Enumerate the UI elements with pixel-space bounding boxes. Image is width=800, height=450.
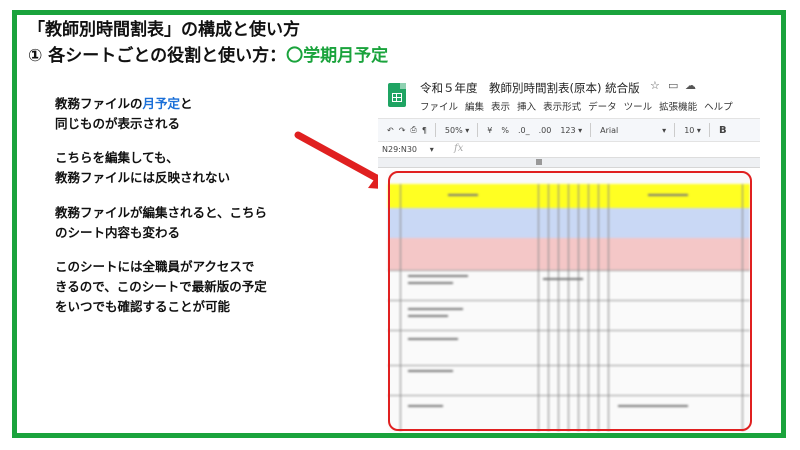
redo-icon[interactable]: ↷ <box>399 126 406 135</box>
slide-title: 「教師別時間割表」の構成と使い方 <box>28 20 300 40</box>
zoom-select[interactable]: 50% ▾ <box>445 126 469 135</box>
toolbar: ↶ ↷ ⎙ ¶ 50% ▾ ¥ % .0_ .00 123 ▾ Arial ▾ … <box>378 118 760 142</box>
toolbar-divider <box>477 123 479 137</box>
toolbar-divider <box>434 123 436 137</box>
fx-icon: fx <box>454 143 464 154</box>
menu-file[interactable]: ファイル <box>420 99 458 113</box>
slide-subtitle: ① 各シートごとの役割と使い方：〇学期月予定 <box>28 41 388 66</box>
document-title[interactable]: 令和５年度 教師別時間割表(原本) 統合版 <box>420 80 640 96</box>
menu-format[interactable]: 表示形式 <box>543 99 581 113</box>
description-line: 教務ファイルには反映されない <box>55 170 231 185</box>
menu-data[interactable]: データ <box>588 99 617 113</box>
description-line: こちらを編集しても、 <box>55 150 179 165</box>
font-size-select[interactable]: 10 ▾ <box>684 126 701 135</box>
column-marker <box>536 159 542 165</box>
formula-bar: N29:N30 ▾ fx <box>378 142 760 158</box>
highlight-frame <box>388 171 752 431</box>
currency-button[interactable]: ¥ <box>487 126 492 135</box>
toolbar-divider <box>708 123 710 137</box>
sheets-logo-icon[interactable] <box>388 83 406 107</box>
menu-bar: ファイル 編集 表示 挿入 表示形式 データ ツール 拡張機能 ヘルプ <box>420 99 733 113</box>
description-line: 教務ファイルが編集されると、こちら <box>55 205 268 220</box>
description-line: 教務ファイルの月予定と <box>55 96 193 111</box>
menu-extensions[interactable]: 拡張機能 <box>659 99 697 113</box>
description-line: のシート内容も変わる <box>55 225 181 240</box>
description-paragraph-4: このシートには全職員がアクセスで きるので、このシートで最新版の予定 をいつでも… <box>55 257 267 317</box>
menu-tools[interactable]: ツール <box>624 99 653 113</box>
name-box[interactable]: N29:N30 ▾ <box>382 145 434 154</box>
description-line: をいつでも確認することが可能 <box>55 299 231 314</box>
print-icon[interactable]: ⎙ <box>410 125 416 135</box>
decrease-decimal-button[interactable]: .0_ <box>518 126 530 135</box>
increase-decimal-button[interactable]: .00 <box>539 126 552 135</box>
column-header <box>378 158 760 168</box>
highlight-month-plan: 月予定 <box>142 96 181 111</box>
menu-edit[interactable]: 編集 <box>465 99 484 113</box>
description-line: このシートには全職員がアクセスで <box>55 259 255 274</box>
toolbar-divider <box>590 123 592 137</box>
percent-button[interactable]: % <box>501 126 509 135</box>
undo-icon[interactable]: ↶ <box>387 126 394 135</box>
menu-view[interactable]: 表示 <box>491 99 510 113</box>
description-paragraph-2: こちらを編集しても、 教務ファイルには反映されない <box>55 148 230 188</box>
description-line: 同じものが表示される <box>55 116 181 131</box>
subtitle-accent: 〇学期月予定 <box>286 46 389 66</box>
toolbar-divider <box>674 123 676 137</box>
number-format-select[interactable]: 123 ▾ <box>560 126 582 135</box>
font-dropdown-icon[interactable]: ▾ <box>662 126 666 135</box>
description-paragraph-1: 教務ファイルの月予定と 同じものが表示される <box>55 94 193 134</box>
menu-insert[interactable]: 挿入 <box>517 99 536 113</box>
cloud-icon[interactable]: ☁ <box>685 79 696 92</box>
folder-icon[interactable]: ▭ <box>668 79 678 92</box>
paint-format-icon[interactable]: ¶ <box>422 126 427 135</box>
subtitle-prefix: ① 各シートごとの役割と使い方： <box>28 46 287 66</box>
bold-button[interactable]: B <box>719 125 727 136</box>
description-paragraph-3: 教務ファイルが編集されると、こちら のシート内容も変わる <box>55 203 267 243</box>
description-line: きるので、このシートで最新版の予定 <box>55 279 267 294</box>
star-icon[interactable]: ☆ <box>650 79 660 92</box>
font-select[interactable]: Arial <box>600 126 662 135</box>
menu-help[interactable]: ヘルプ <box>704 99 733 113</box>
